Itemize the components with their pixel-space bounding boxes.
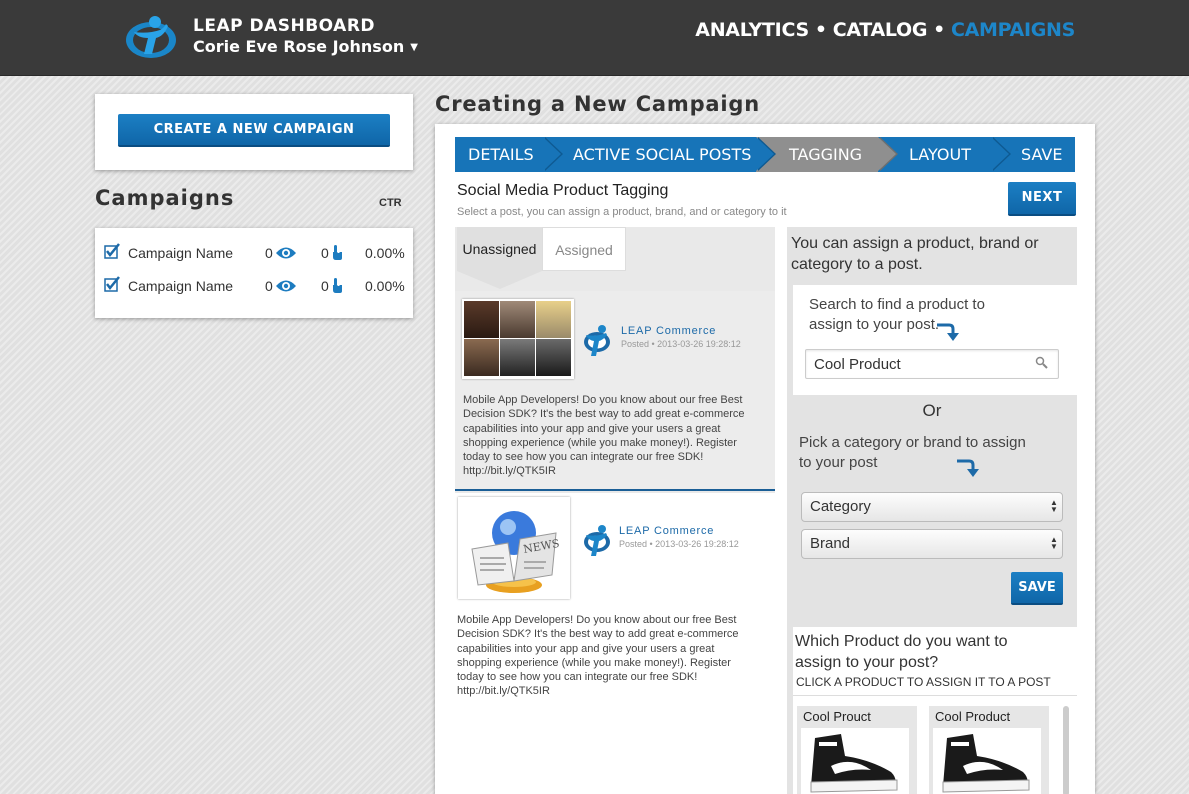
select-arrows-icon: ▲ ▼ (1050, 498, 1058, 514)
pick-hint: Pick a category or brand to assign to yo… (799, 434, 1026, 471)
post-text: Mobile App Developers! Do you know about… (457, 614, 739, 698)
ctr-column-header: CTR (379, 197, 402, 209)
post-author: LEAP Commerce (619, 525, 715, 537)
product-name: Cool Product (935, 709, 1011, 724)
brand-select[interactable]: Brand ▲ ▼ (801, 529, 1063, 559)
product-image (801, 728, 909, 794)
campaign-clicks: 0 (321, 245, 329, 261)
campaign-ctr: 0.00% (365, 278, 405, 294)
pointer-hand-icon (333, 278, 342, 293)
app-title: LEAP DASHBOARD (193, 16, 376, 36)
product-picker-title: Which Product do you want to assign to y… (795, 633, 1008, 671)
nav-catalog[interactable]: CATALOG (833, 19, 928, 41)
product-search-input[interactable] (805, 349, 1059, 379)
top-bar: LEAP DASHBOARD Corie Eve Rose Johnson ▼ A… (0, 0, 1189, 76)
assign-panel: You can assign a product, brand or categ… (787, 227, 1077, 794)
product-card[interactable]: Cool Product (929, 706, 1049, 794)
save-button[interactable]: SAVE (1011, 572, 1063, 605)
pointer-hand-icon (333, 245, 342, 260)
nav-analytics[interactable]: ANALYTICS (695, 19, 809, 41)
chevron-down-icon: ▼ (410, 42, 418, 53)
curved-arrow-icon (957, 459, 979, 477)
campaign-views: 0 (265, 245, 273, 261)
brand-select-value: Brand (810, 535, 851, 552)
campaign-wizard-card: DETAILS ACTIVE SOCIAL POSTS TAGGING LAYO… (435, 124, 1095, 794)
campaigns-heading: Campaigns (95, 186, 235, 210)
campaign-name: Campaign Name (128, 278, 234, 294)
product-search-panel: Search to find a product to assign to yo… (793, 285, 1077, 395)
step-label: TAGGING (789, 145, 863, 164)
top-nav: ANALYTICS • CATALOG • CAMPAIGNS (695, 19, 1075, 41)
assign-title: You can assign a product, brand or categ… (791, 235, 1039, 273)
news-reader-icon: NEWS (471, 511, 560, 593)
campaign-ctr: 0.00% (365, 245, 405, 261)
or-divider: Or (922, 401, 942, 420)
product-name: Cool Prouct (803, 709, 871, 724)
wizard-steps: DETAILS ACTIVE SOCIAL POSTS TAGGING LAYO… (455, 137, 1075, 172)
product-image (933, 728, 1041, 794)
product-card[interactable]: Cool Prouct (797, 706, 917, 794)
create-campaign-panel: CREATE A NEW CAMPAIGN (95, 94, 413, 170)
tab-pointer (457, 271, 542, 289)
post-image (462, 299, 574, 379)
product-list: Cool Prouct Cool Product (793, 695, 1077, 794)
curved-arrow-icon (937, 323, 959, 341)
sneaker-icon (942, 734, 1030, 793)
search-hint: Search to find a product to assign to yo… (809, 296, 985, 333)
step-active-social-posts[interactable]: ACTIVE SOCIAL POSTS (543, 137, 776, 172)
user-name: Corie Eve Rose Johnson (193, 37, 405, 56)
post-author: LEAP Commerce (621, 325, 717, 337)
social-post[interactable]: LEAP Commerce Posted • 2013-03-26 19:28:… (455, 291, 775, 491)
step-label: ACTIVE SOCIAL POSTS (573, 145, 752, 164)
post-timestamp: Posted • 2013-03-26 19:28:12 (621, 339, 741, 349)
product-picker: Which Product do you want to assign to y… (793, 627, 1077, 794)
select-arrows-icon: ▲ ▼ (1050, 535, 1058, 551)
search-icon[interactable] (1035, 356, 1049, 370)
tab-assigned[interactable]: Assigned (542, 227, 626, 271)
leap-commerce-logo-icon (584, 525, 610, 556)
checkbox-checked-icon[interactable] (104, 243, 120, 259)
next-button[interactable]: NEXT (1008, 182, 1076, 216)
eye-icon (276, 247, 296, 259)
section-title: Social Media Product Tagging (457, 182, 669, 199)
checkbox-checked-icon[interactable] (104, 276, 120, 292)
campaign-clicks: 0 (321, 278, 329, 294)
step-details[interactable]: DETAILS (455, 137, 563, 172)
product-picker-hint: CLICK A PRODUCT TO ASSIGN IT TO A POST (796, 675, 1051, 689)
campaign-row[interactable]: Campaign Name 0 0 0.00% (95, 242, 413, 266)
nav-campaigns[interactable]: CAMPAIGNS (951, 19, 1075, 41)
user-menu[interactable]: Corie Eve Rose Johnson ▼ (193, 37, 418, 56)
post-text: Mobile App Developers! Do you know about… (463, 394, 745, 478)
leap-commerce-logo-icon (584, 325, 610, 356)
step-label: DETAILS (468, 145, 534, 164)
post-tabs: Unassigned Assigned (455, 227, 775, 289)
step-label: LAYOUT (909, 145, 971, 164)
post-timestamp: Posted • 2013-03-26 19:28:12 (619, 539, 739, 549)
page-title: Creating a New Campaign (435, 92, 760, 116)
sneaker-icon (810, 734, 898, 793)
nav-separator: • (814, 19, 827, 41)
create-campaign-button[interactable]: CREATE A NEW CAMPAIGN (118, 114, 390, 147)
nav-separator: • (933, 19, 945, 41)
campaign-views: 0 (265, 278, 273, 294)
category-select[interactable]: Category ▲ ▼ (801, 492, 1063, 522)
category-select-value: Category (810, 498, 871, 515)
leap-logo-icon[interactable] (124, 14, 178, 60)
tab-unassigned[interactable]: Unassigned (457, 227, 542, 271)
social-post[interactable]: NEWS LEAP Commerce Posted • 2013-03-26 1… (455, 493, 775, 794)
section-subtitle: Select a post, you can assign a product,… (457, 206, 787, 218)
campaign-row[interactable]: Campaign Name 0 0 0.00% (95, 275, 413, 299)
posts-column: Unassigned Assigned LEAP Commerce Posted… (455, 227, 775, 794)
campaign-name: Campaign Name (128, 245, 234, 261)
step-label: SAVE (1021, 145, 1063, 164)
campaign-list: Campaign Name 0 0 0.00% Campaign Name 0 … (95, 228, 413, 318)
post-image: NEWS (458, 497, 570, 599)
product-list-scrollbar[interactable] (1063, 706, 1069, 794)
eye-icon (276, 280, 296, 292)
